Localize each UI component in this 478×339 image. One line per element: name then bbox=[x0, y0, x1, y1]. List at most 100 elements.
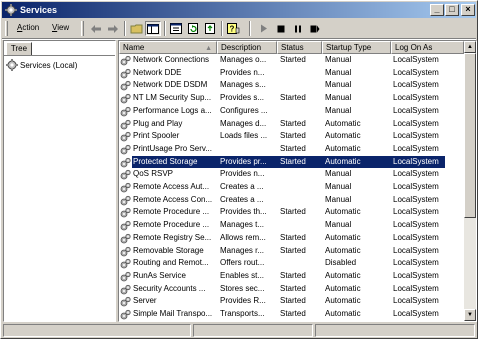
tab-tree[interactable]: Tree bbox=[6, 42, 32, 55]
table-row[interactable]: NT LM Security Sup... Provides s... Starte… bbox=[119, 92, 464, 105]
service-startup-type: Automatic bbox=[325, 309, 361, 318]
stop-service-button[interactable] bbox=[273, 21, 289, 36]
service-name: Remote Procedure ... bbox=[133, 220, 210, 230]
service-status: Started bbox=[280, 118, 306, 128]
minimize-button[interactable]: _ bbox=[430, 4, 444, 16]
column-header-startup-type[interactable]: Startup Type bbox=[322, 41, 391, 54]
properties-button[interactable] bbox=[168, 21, 184, 36]
service-startup-type: Manual bbox=[325, 220, 352, 230]
service-gear-icon bbox=[120, 170, 131, 180]
service-description: Manages t... bbox=[220, 220, 265, 230]
table-row[interactable]: Network Connections Manages o... Started Ma… bbox=[119, 54, 464, 67]
service-description: Stores sec... bbox=[220, 283, 265, 293]
service-description: Provides th... bbox=[220, 207, 267, 217]
table-row[interactable]: Server Provides R... Started Automatic Local… bbox=[119, 295, 464, 308]
service-name: Remote Access Con... bbox=[133, 194, 213, 204]
service-log-on-as: LocalSystem bbox=[393, 80, 439, 90]
scroll-thumb[interactable] bbox=[464, 53, 476, 218]
table-row[interactable]: Network DDE DSDM Manages s... Manual LocalS… bbox=[119, 79, 464, 92]
pause-service-button[interactable] bbox=[290, 21, 306, 36]
close-button[interactable]: × bbox=[461, 4, 475, 16]
up-button[interactable] bbox=[128, 21, 144, 36]
service-gear-icon bbox=[120, 246, 131, 256]
table-row[interactable]: Remote Access Aut... Creates a ... Manual L… bbox=[119, 181, 464, 194]
table-row[interactable]: Remote Procedure ... Provides th... Starte… bbox=[119, 206, 464, 219]
service-log-on-as: LocalSystem bbox=[393, 143, 439, 153]
service-gear-icon bbox=[120, 93, 131, 104]
service-status: Started bbox=[280, 232, 306, 242]
column-header-description[interactable]: Description bbox=[217, 41, 277, 54]
table-row[interactable]: Performance Logs a... Configures ... Manua… bbox=[119, 105, 464, 118]
help-button[interactable]: ? bbox=[225, 21, 241, 36]
table-row[interactable]: Removable Storage Manages r... Started Auto… bbox=[119, 245, 464, 258]
table-row[interactable]: Routing and Remot... Offers rout... Disabl… bbox=[119, 257, 464, 270]
table-row[interactable]: Protected Storage Provides pr... Started Au… bbox=[119, 155, 464, 169]
service-log-on-as: LocalSystem bbox=[393, 55, 439, 64]
table-row[interactable]: Plug and Play Manages d... Started Automati… bbox=[119, 118, 464, 131]
table-row[interactable]: PrintUsage Pro Serv... Started Automatic Lo… bbox=[119, 143, 464, 156]
stop-service-icon bbox=[277, 25, 285, 32]
service-log-on-as: LocalSystem bbox=[393, 296, 439, 306]
service-status: Started bbox=[280, 283, 306, 293]
title-bar[interactable]: Services _ □ × bbox=[2, 2, 476, 18]
service-name: RunAs Service bbox=[133, 270, 186, 280]
column-header-name[interactable]: Name ▲ bbox=[119, 41, 217, 54]
column-header-status[interactable]: Status bbox=[277, 41, 322, 54]
refresh-icon bbox=[188, 23, 198, 34]
menu-view[interactable]: View bbox=[52, 23, 69, 32]
start-service-button[interactable] bbox=[256, 21, 272, 36]
scroll-down-button[interactable]: ▼ bbox=[464, 309, 476, 321]
toolbar-separator bbox=[221, 21, 223, 36]
service-startup-type: Automatic bbox=[325, 232, 361, 242]
scroll-up-button[interactable]: ▲ bbox=[464, 41, 476, 53]
table-row[interactable]: RunAs Service Enables st... Started Automat… bbox=[119, 270, 464, 283]
menubar-grip[interactable] bbox=[5, 21, 8, 36]
service-log-on-as: LocalSystem bbox=[393, 105, 439, 115]
service-name: NT LM Security Sup... bbox=[133, 93, 212, 103]
show-hide-tree-button[interactable] bbox=[145, 21, 161, 36]
service-startup-type: Automatic bbox=[325, 270, 361, 280]
service-name: Plug and Play bbox=[133, 118, 183, 128]
service-name: Routing and Remot... bbox=[133, 258, 209, 268]
menu-action-label: ction bbox=[22, 23, 40, 32]
service-startup-type: Manual bbox=[325, 67, 352, 77]
forward-button[interactable] bbox=[105, 21, 121, 36]
table-row[interactable]: Remote Access Con... Creates a ... Manual L… bbox=[119, 194, 464, 207]
service-startup-type: Automatic bbox=[325, 283, 361, 293]
service-log-on-as: LocalSystem bbox=[393, 118, 439, 128]
service-name: Server bbox=[133, 296, 157, 306]
service-log-on-as: LocalSystem bbox=[393, 67, 439, 77]
table-row[interactable]: Security Accounts ... Stores sec... Starte… bbox=[119, 283, 464, 296]
service-status: Started bbox=[280, 270, 306, 280]
table-row[interactable]: QoS RSVP Provides n... Manual LocalSystem bbox=[119, 168, 464, 181]
service-description: Allows rem... bbox=[220, 232, 266, 242]
sort-ascending-icon: ▲ bbox=[205, 45, 212, 52]
maximize-button[interactable]: □ bbox=[445, 4, 459, 16]
service-startup-type: Automatic bbox=[325, 118, 361, 128]
service-name: Network Connections bbox=[133, 55, 210, 64]
table-row[interactable]: Network DDE Provides n... Manual LocalSyste… bbox=[119, 67, 464, 80]
tree-pane[interactable]: Tree Services (Local) bbox=[3, 40, 116, 322]
service-description: Transports... bbox=[220, 309, 265, 318]
back-button[interactable] bbox=[88, 21, 104, 36]
table-row[interactable]: Simple Mail Transpo... Transports... Start… bbox=[119, 308, 464, 321]
column-header-log-on-as[interactable]: Log On As bbox=[391, 41, 464, 54]
export-list-button[interactable] bbox=[202, 21, 218, 36]
service-startup-type: Manual bbox=[325, 169, 352, 179]
back-arrow-icon bbox=[91, 24, 101, 33]
service-gear-icon bbox=[120, 132, 131, 142]
pause-service-icon bbox=[295, 25, 301, 32]
service-startup-type: Automatic bbox=[325, 156, 361, 166]
restart-service-button[interactable] bbox=[307, 21, 323, 36]
toolbar-grip[interactable] bbox=[81, 21, 84, 36]
table-row[interactable]: Print Spooler Loads files ... Started Autom… bbox=[119, 130, 464, 143]
service-log-on-as: LocalSystem bbox=[393, 258, 439, 268]
tree-node-services-local[interactable]: Services (Local) bbox=[6, 59, 77, 71]
up-folder-icon bbox=[130, 24, 142, 34]
menu-action[interactable]: Action bbox=[17, 23, 39, 32]
table-row[interactable]: Remote Registry Se... Allows rem... Starte… bbox=[119, 232, 464, 245]
refresh-button[interactable] bbox=[185, 21, 201, 36]
table-row[interactable]: Remote Procedure ... Manages t... Manual Lo… bbox=[119, 219, 464, 232]
vertical-scrollbar[interactable]: ▲ ▼ bbox=[464, 41, 476, 321]
service-gear-icon bbox=[120, 208, 131, 218]
